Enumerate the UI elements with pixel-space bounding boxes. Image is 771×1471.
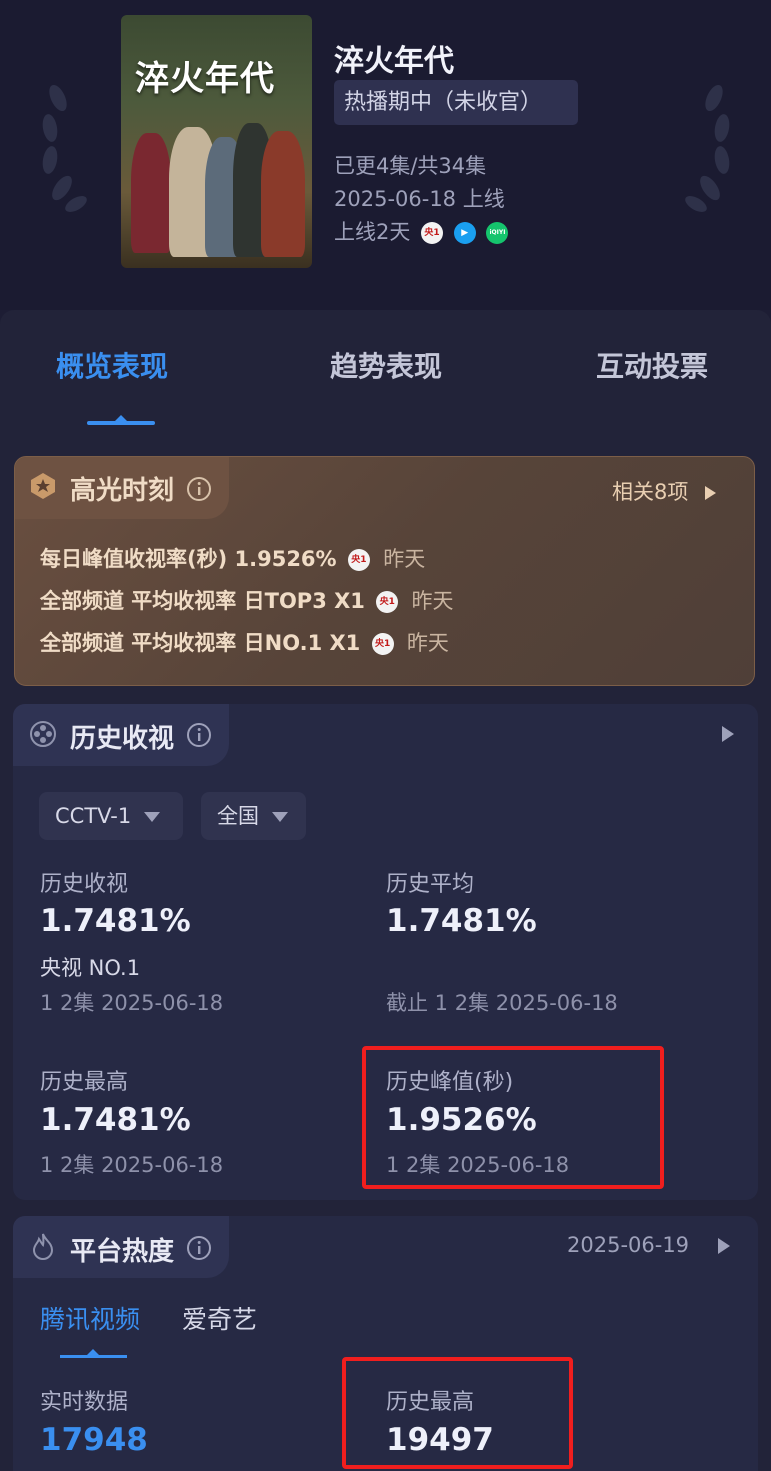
- laurel-right-icon: [685, 84, 730, 212]
- film-reel-icon: [30, 721, 56, 747]
- highlight-item[interactable]: 全部频道 平均收视率 日TOP3 X1 央1 昨天: [40, 585, 454, 615]
- hist-view-label: 历史收视: [40, 872, 129, 897]
- hist-view-rank: 央视 NO.1: [40, 956, 141, 980]
- status-badge: 热播期中（未收官）: [334, 80, 578, 125]
- realtime-label: 实时数据: [40, 1390, 129, 1415]
- poster-title: 淬火年代: [135, 59, 275, 99]
- highlight-box-peak: [362, 1046, 664, 1189]
- highlight-item[interactable]: 全部频道 平均收视率 日NO.1 X1 央1 昨天: [40, 627, 449, 657]
- tab-overview[interactable]: 概览表现: [56, 345, 168, 385]
- cctv1-icon: 央1: [371, 633, 394, 655]
- related-count: 相关8项: [612, 480, 689, 504]
- highlight-item-time: 昨天: [406, 631, 449, 655]
- hist-view-sub: 1 2集 2025-06-18: [40, 991, 224, 1015]
- history-title: 历史收视: [70, 724, 175, 754]
- tencent-video-icon: ▶: [453, 222, 476, 244]
- tab-indicator: [87, 415, 155, 425]
- hist-view-value: 1.7481%: [40, 903, 191, 939]
- hist-max-label: 历史最高: [40, 1070, 129, 1095]
- highlight-item-time: 昨天: [411, 589, 454, 613]
- drama-header: 淬火年代 淬火年代 热播期中（未收官） 已更4集/共34集 2025-06-18…: [0, 0, 771, 310]
- hist-max-value: 1.7481%: [40, 1102, 191, 1138]
- info-icon[interactable]: [186, 1235, 212, 1261]
- info-icon[interactable]: [186, 476, 212, 502]
- drama-title: 淬火年代: [334, 44, 454, 79]
- heat-more-arrow-icon[interactable]: [718, 1238, 730, 1254]
- history-more-arrow-icon[interactable]: [722, 726, 734, 742]
- region-select[interactable]: 全国: [201, 792, 306, 840]
- channel-select[interactable]: CCTV-1: [39, 792, 183, 840]
- chevron-down-icon: [143, 812, 160, 822]
- highlight-item[interactable]: 每日峰值收视率(秒) 1.9526% 央1 昨天: [40, 543, 425, 573]
- badge-icon: [31, 473, 55, 499]
- realtime-value: 17948: [40, 1422, 148, 1458]
- hist-avg-label: 历史平均: [386, 872, 475, 897]
- chevron-right-icon: [705, 486, 717, 500]
- highlight-item-time: 昨天: [383, 547, 426, 571]
- laurel-left-icon: [42, 84, 87, 212]
- channel-select-value: CCTV-1: [55, 804, 132, 828]
- heat-date: 2025-06-19: [567, 1233, 690, 1257]
- hist-avg-sub: 截止 1 2集 2025-06-18: [386, 991, 618, 1015]
- region-select-value: 全国: [217, 804, 259, 828]
- highlight-item-text: 每日峰值收视率(秒) 1.9526%: [40, 547, 337, 571]
- hist-max-sub: 1 2集 2025-06-18: [40, 1153, 224, 1177]
- cctv1-icon: 央1: [421, 222, 444, 244]
- tab-iqiyi[interactable]: 爱奇艺: [182, 1300, 257, 1336]
- related-link[interactable]: 相关8项: [612, 476, 717, 506]
- platform-tab-indicator: [60, 1349, 127, 1358]
- highlight-box-heat-max: [342, 1357, 573, 1469]
- info-icon[interactable]: [186, 722, 212, 748]
- online-days: 上线2天: [334, 220, 411, 244]
- cctv1-icon: 央1: [376, 591, 399, 613]
- highlight-item-text: 全部频道 平均收视率 日TOP3 X1: [40, 589, 365, 613]
- tab-trend[interactable]: 趋势表现: [330, 345, 442, 385]
- highlight-title: 高光时刻: [70, 476, 175, 506]
- online-days-row: 上线2天 央1 ▶ iQIYI: [334, 216, 509, 246]
- highlight-item-text: 全部频道 平均收视率 日NO.1 X1: [40, 631, 361, 655]
- iqiyi-icon: iQIYI: [486, 222, 509, 244]
- chevron-down-icon: [271, 812, 288, 822]
- tab-tencent-video[interactable]: 腾讯视频: [40, 1300, 140, 1336]
- hist-avg-value: 1.7481%: [386, 903, 537, 939]
- release-date: 2025-06-18 上线: [334, 187, 505, 211]
- drama-poster[interactable]: 淬火年代: [121, 15, 312, 268]
- cctv1-icon: 央1: [347, 549, 370, 571]
- heat-title: 平台热度: [70, 1237, 175, 1267]
- flame-icon: [32, 1233, 54, 1260]
- episode-count: 已更4集/共34集: [334, 154, 487, 178]
- tab-vote[interactable]: 互动投票: [596, 345, 708, 385]
